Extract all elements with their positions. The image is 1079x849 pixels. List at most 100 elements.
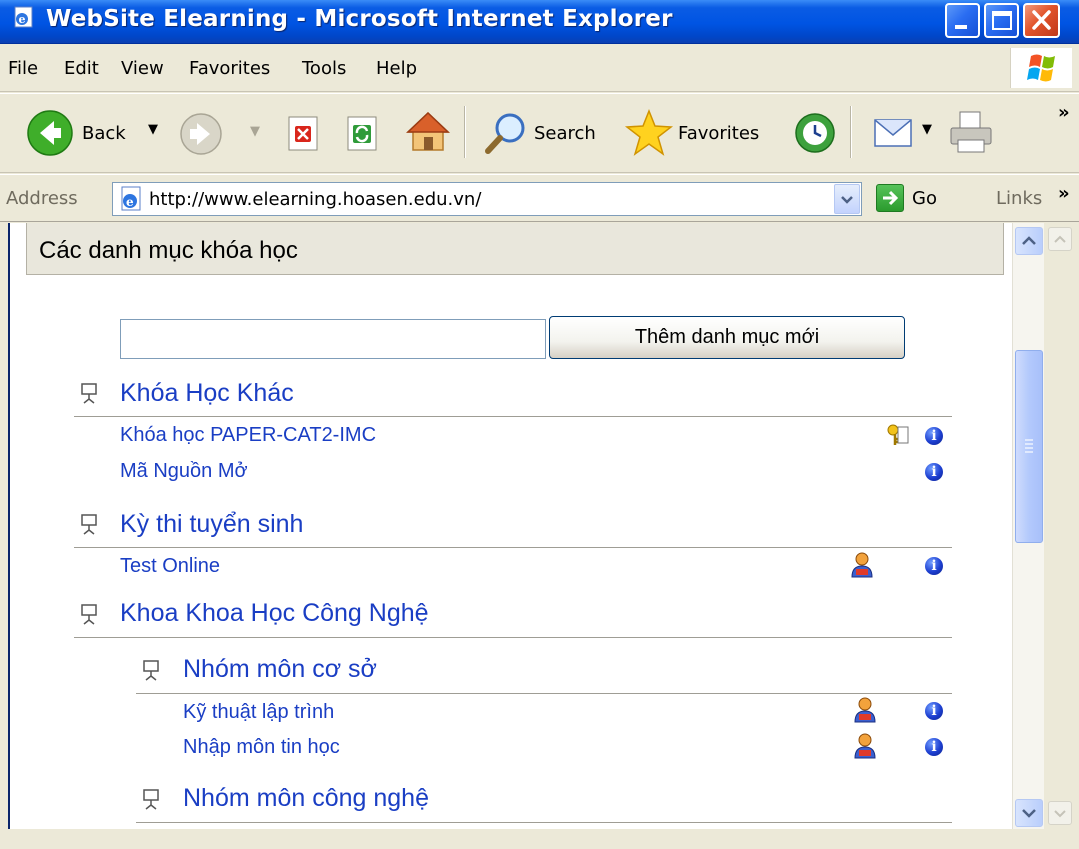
vertical-scrollbar[interactable]: [1012, 223, 1044, 829]
windows-flag-icon: [1027, 54, 1055, 82]
chevron-down-icon: [1022, 809, 1036, 818]
info-icon[interactable]: i: [925, 702, 943, 720]
category-icon: [81, 383, 97, 404]
outer-scroll-up-button: [1048, 227, 1072, 251]
close-button[interactable]: [1023, 3, 1060, 38]
forward-button[interactable]: [179, 112, 223, 161]
course-link[interactable]: Kỹ thuật lập trình: [183, 701, 334, 724]
ie-page-icon: e: [121, 186, 141, 211]
search-button[interactable]: [482, 109, 530, 162]
home-icon: [406, 111, 450, 151]
go-arrow-icon: [883, 190, 899, 206]
menu-view[interactable]: View: [121, 58, 164, 79]
links-overflow-chevron-icon[interactable]: »: [1058, 183, 1070, 204]
refresh-button[interactable]: [345, 115, 381, 158]
minimize-button[interactable]: [945, 3, 980, 38]
category-icon: [81, 514, 97, 535]
course-link[interactable]: Mã Nguồn Mở: [120, 460, 248, 483]
new-category-input[interactable]: [120, 319, 546, 359]
subcategory-title[interactable]: Nhóm môn cơ sở: [183, 655, 377, 684]
forward-dropdown-arrow-icon[interactable]: ▼: [250, 124, 260, 139]
window-title: WebSite Elearning - Microsoft Internet E…: [46, 6, 673, 32]
address-field[interactable]: e http://www.elearning.hoasen.edu.vn/: [112, 182, 862, 216]
outer-scroll-down-button: [1048, 801, 1072, 825]
history-button[interactable]: [792, 110, 838, 161]
add-category-button[interactable]: Thêm danh mục mới: [549, 316, 905, 359]
info-icon[interactable]: i: [925, 427, 943, 445]
favorites-star-icon: [624, 108, 674, 156]
category-title[interactable]: Khoa Khoa Học Công Nghệ: [120, 599, 429, 628]
back-arrow-icon: [27, 110, 73, 156]
info-icon[interactable]: i: [925, 557, 943, 575]
address-url: http://www.elearning.hoasen.edu.vn/: [149, 189, 482, 210]
stop-button[interactable]: [286, 115, 322, 158]
outer-scrollbar: [1046, 223, 1074, 829]
category-divider: [74, 416, 952, 417]
minimize-icon: [955, 25, 967, 29]
go-button[interactable]: [876, 184, 904, 212]
browser-viewport: Các danh mục khóa học Thêm danh mục mới …: [0, 223, 1079, 849]
maximize-icon: [992, 11, 1012, 30]
course-link[interactable]: Test Online: [120, 555, 220, 578]
bottom-frame: [0, 829, 1079, 849]
address-bar: Address e http://www.elearning.hoasen.ed…: [0, 174, 1079, 222]
mail-button[interactable]: [872, 112, 918, 159]
ie-page-icon: e: [14, 6, 33, 28]
teacher-icon[interactable]: [853, 733, 877, 759]
subcategory-icon: [143, 789, 159, 810]
print-button[interactable]: [946, 108, 996, 163]
history-icon: [795, 113, 835, 153]
windows-logo: [1010, 48, 1072, 88]
menu-file[interactable]: File: [8, 58, 38, 79]
stop-icon: [288, 116, 318, 151]
menu-help[interactable]: Help: [376, 58, 417, 79]
maximize-button[interactable]: [984, 3, 1019, 38]
subcategory-title[interactable]: Nhóm môn công nghệ: [183, 784, 429, 813]
menu-edit[interactable]: Edit: [64, 58, 99, 79]
back-dropdown-arrow-icon[interactable]: ▼: [148, 122, 158, 137]
subcategory-divider: [136, 693, 952, 694]
category-divider: [74, 547, 952, 548]
section-header: Các danh mục khóa học: [26, 223, 1004, 275]
search-label[interactable]: Search: [534, 123, 596, 144]
printer-icon: [950, 111, 992, 153]
back-button[interactable]: [26, 109, 74, 162]
mail-icon: [874, 119, 912, 147]
course-link[interactable]: Nhập môn tin học: [183, 736, 340, 759]
scroll-thumb[interactable]: [1015, 350, 1043, 543]
forward-arrow-icon: [180, 113, 222, 155]
teacher-icon[interactable]: [850, 552, 874, 578]
teacher-icon[interactable]: [853, 697, 877, 723]
address-dropdown-button[interactable]: [834, 184, 860, 214]
menu-tools[interactable]: Tools: [302, 58, 346, 79]
go-label[interactable]: Go: [912, 188, 937, 209]
info-icon[interactable]: i: [925, 463, 943, 481]
home-button[interactable]: [404, 108, 452, 161]
favorites-label[interactable]: Favorites: [678, 123, 759, 144]
toolbar-overflow-chevron-icon[interactable]: »: [1058, 102, 1070, 123]
chevron-up-icon: [1054, 235, 1066, 243]
scroll-down-button[interactable]: [1015, 799, 1043, 827]
category-icon: [81, 604, 97, 625]
mail-dropdown-arrow-icon[interactable]: ▼: [922, 122, 932, 137]
info-icon[interactable]: i: [925, 738, 943, 756]
title-bar[interactable]: e WebSite Elearning - Microsoft Internet…: [0, 0, 1079, 44]
links-label[interactable]: Links: [996, 188, 1042, 209]
favorites-button[interactable]: [624, 108, 674, 163]
chevron-up-icon: [1022, 236, 1036, 245]
standard-toolbar: Back ▼ ▼ Search Favorites ▼ »: [0, 93, 1079, 173]
key-icon[interactable]: [886, 423, 910, 447]
page-title: Các danh mục khóa học: [39, 237, 298, 264]
close-icon: [1032, 10, 1051, 30]
page-content: Các danh mục khóa học Thêm danh mục mới …: [8, 223, 1012, 829]
svg-text:e: e: [126, 195, 134, 209]
subcategory-icon: [143, 660, 159, 681]
category-title[interactable]: Khóa Học Khác: [120, 379, 294, 408]
category-title[interactable]: Kỳ thi tuyển sinh: [120, 510, 303, 539]
menu-favorites[interactable]: Favorites: [189, 58, 270, 79]
chevron-down-icon: [1054, 810, 1066, 818]
back-label[interactable]: Back: [82, 123, 126, 144]
scroll-up-button[interactable]: [1015, 227, 1043, 255]
course-link[interactable]: Khóa học PAPER-CAT2-IMC: [120, 424, 376, 447]
search-icon: [485, 113, 525, 154]
